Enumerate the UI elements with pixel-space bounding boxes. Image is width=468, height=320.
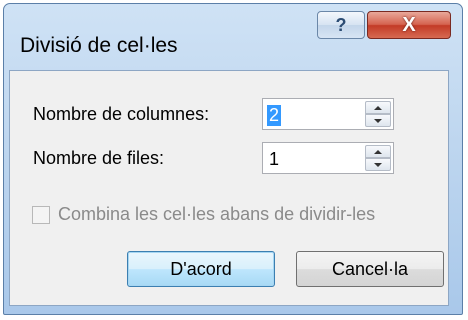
help-button[interactable]: ? bbox=[317, 11, 365, 39]
dialog-title: Divisió de cel·les bbox=[20, 34, 178, 57]
merge-cells-option: Combina les cel·les abans de dividir-les bbox=[32, 204, 375, 225]
columns-label: Nombre de columnes: bbox=[33, 104, 210, 124]
columns-decrement-button[interactable] bbox=[365, 114, 391, 127]
close-button[interactable]: X bbox=[367, 11, 451, 39]
help-icon: ? bbox=[335, 14, 347, 35]
arrow-down-icon bbox=[374, 118, 382, 123]
merge-cells-checkbox bbox=[32, 205, 50, 224]
rows-spinner[interactable]: 1 bbox=[262, 142, 394, 174]
arrow-up-icon bbox=[374, 149, 382, 154]
rows-decrement-button[interactable] bbox=[365, 158, 391, 171]
arrow-up-icon bbox=[374, 105, 382, 110]
rows-increment-button[interactable] bbox=[365, 145, 391, 158]
arrow-down-icon bbox=[374, 162, 382, 167]
columns-increment-button[interactable] bbox=[365, 101, 391, 114]
ok-button[interactable]: D'acord bbox=[127, 251, 275, 287]
cancel-button[interactable]: Cancel·la bbox=[296, 251, 444, 287]
cancel-button-label: Cancel·la bbox=[331, 258, 409, 279]
rows-label: Nombre de files: bbox=[33, 148, 165, 168]
merge-cells-label: Combina les cel·les abans de dividir-les bbox=[58, 204, 376, 224]
close-icon: X bbox=[402, 13, 416, 36]
ok-button-label: D'acord bbox=[170, 258, 232, 279]
columns-spinner[interactable]: 2 bbox=[262, 98, 394, 130]
rows-input[interactable]: 1 bbox=[269, 149, 279, 170]
columns-input[interactable]: 2 bbox=[267, 105, 282, 126]
